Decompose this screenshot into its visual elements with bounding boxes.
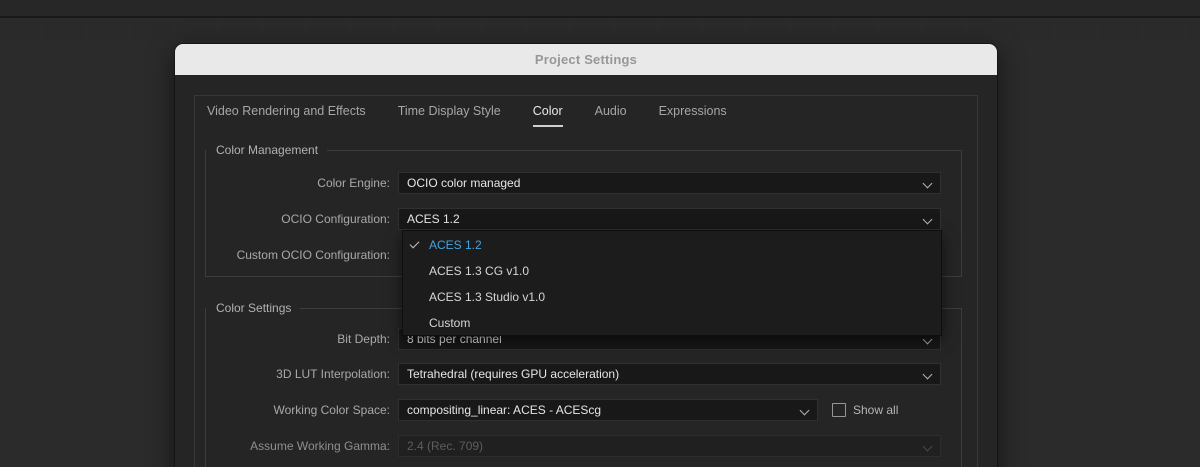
- ocio-configuration-value: ACES 1.2: [407, 212, 460, 226]
- assume-working-gamma-select: 2.4 (Rec. 709): [398, 435, 941, 457]
- chevron-down-icon: [922, 369, 933, 380]
- dialog-title: Project Settings: [534, 52, 638, 67]
- tab-video-rendering-and-effects[interactable]: Video Rendering and Effects: [207, 102, 366, 127]
- working-color-space-select[interactable]: compositing_linear: ACES - ACEScg: [398, 399, 818, 421]
- color-engine-value: OCIO color managed: [407, 176, 521, 190]
- ocio-configuration-dropdown-menu: ACES 1.2 ACES 1.3 CG v1.0 ACES 1.3 Studi…: [402, 230, 942, 336]
- menu-item-label: ACES 1.3 CG v1.0: [429, 264, 530, 278]
- bit-depth-label: Bit Depth:: [337, 332, 390, 346]
- assume-working-gamma-label: Assume Working Gamma:: [250, 439, 390, 453]
- tab-time-display-style[interactable]: Time Display Style: [398, 102, 501, 127]
- background-app-toolbar: [0, 20, 1200, 38]
- check-icon: [409, 238, 420, 249]
- lut-interpolation-row: 3D LUT Interpolation: Tetrahedral (requi…: [205, 363, 962, 385]
- group-divider-line: [327, 149, 961, 151]
- menu-item-aces-1-3-studio[interactable]: ACES 1.3 Studio v1.0: [403, 284, 941, 310]
- screenshot-root: Project Settings Video Rendering and Eff…: [0, 0, 1200, 467]
- lut-interpolation-select[interactable]: Tetrahedral (requires GPU acceleration): [398, 363, 941, 385]
- chevron-down-icon: [922, 334, 933, 345]
- color-settings-group-title: Color Settings: [216, 301, 292, 315]
- menu-item-label: ACES 1.3 Studio v1.0: [429, 290, 546, 304]
- working-color-space-value: compositing_linear: ACES - ACEScg: [407, 403, 602, 417]
- menu-item-aces-1-3-cg[interactable]: ACES 1.3 CG v1.0: [403, 258, 941, 284]
- custom-ocio-configuration-label: Custom OCIO Configuration:: [236, 248, 390, 262]
- assume-working-gamma-value: 2.4 (Rec. 709): [407, 439, 484, 453]
- menu-item-custom[interactable]: Custom: [403, 310, 941, 336]
- tab-color[interactable]: Color: [532, 102, 563, 127]
- menu-item-aces-1-2[interactable]: ACES 1.2: [403, 232, 941, 258]
- ocio-configuration-select[interactable]: ACES 1.2: [398, 208, 941, 230]
- color-engine-select[interactable]: OCIO color managed: [398, 172, 941, 194]
- show-all-label: Show all: [853, 403, 899, 417]
- tab-expressions[interactable]: Expressions: [659, 102, 727, 127]
- chevron-down-icon: [922, 178, 933, 189]
- show-all-control: Show all: [832, 403, 898, 417]
- menu-item-label: ACES 1.2: [429, 238, 482, 252]
- assume-working-gamma-row: Assume Working Gamma: 2.4 (Rec. 709): [205, 435, 962, 457]
- lut-interpolation-label: 3D LUT Interpolation:: [276, 367, 390, 381]
- tab-audio[interactable]: Audio: [595, 102, 627, 127]
- color-engine-label: Color Engine:: [317, 176, 390, 190]
- working-color-space-label: Working Color Space:: [273, 403, 391, 417]
- dialog-titlebar[interactable]: Project Settings: [175, 44, 997, 75]
- chevron-down-icon: [799, 405, 810, 416]
- ocio-configuration-label: OCIO Configuration:: [281, 212, 390, 226]
- color-management-group-title: Color Management: [216, 143, 319, 157]
- background-app-menubar: [0, 0, 1200, 18]
- lut-interpolation-value: Tetrahedral (requires GPU acceleration): [407, 367, 620, 381]
- ocio-configuration-row: OCIO Configuration: ACES 1.2: [205, 208, 962, 230]
- show-all-checkbox[interactable]: [832, 403, 846, 417]
- project-settings-dialog: Project Settings Video Rendering and Eff…: [175, 44, 997, 467]
- chevron-down-icon: [922, 441, 933, 452]
- chevron-down-icon: [922, 214, 933, 225]
- working-color-space-row: Working Color Space: compositing_linear:…: [205, 399, 962, 421]
- menu-item-label: Custom: [429, 316, 471, 330]
- settings-tabs: Video Rendering and Effects Time Display…: [207, 102, 759, 130]
- color-engine-row: Color Engine: OCIO color managed: [205, 172, 962, 194]
